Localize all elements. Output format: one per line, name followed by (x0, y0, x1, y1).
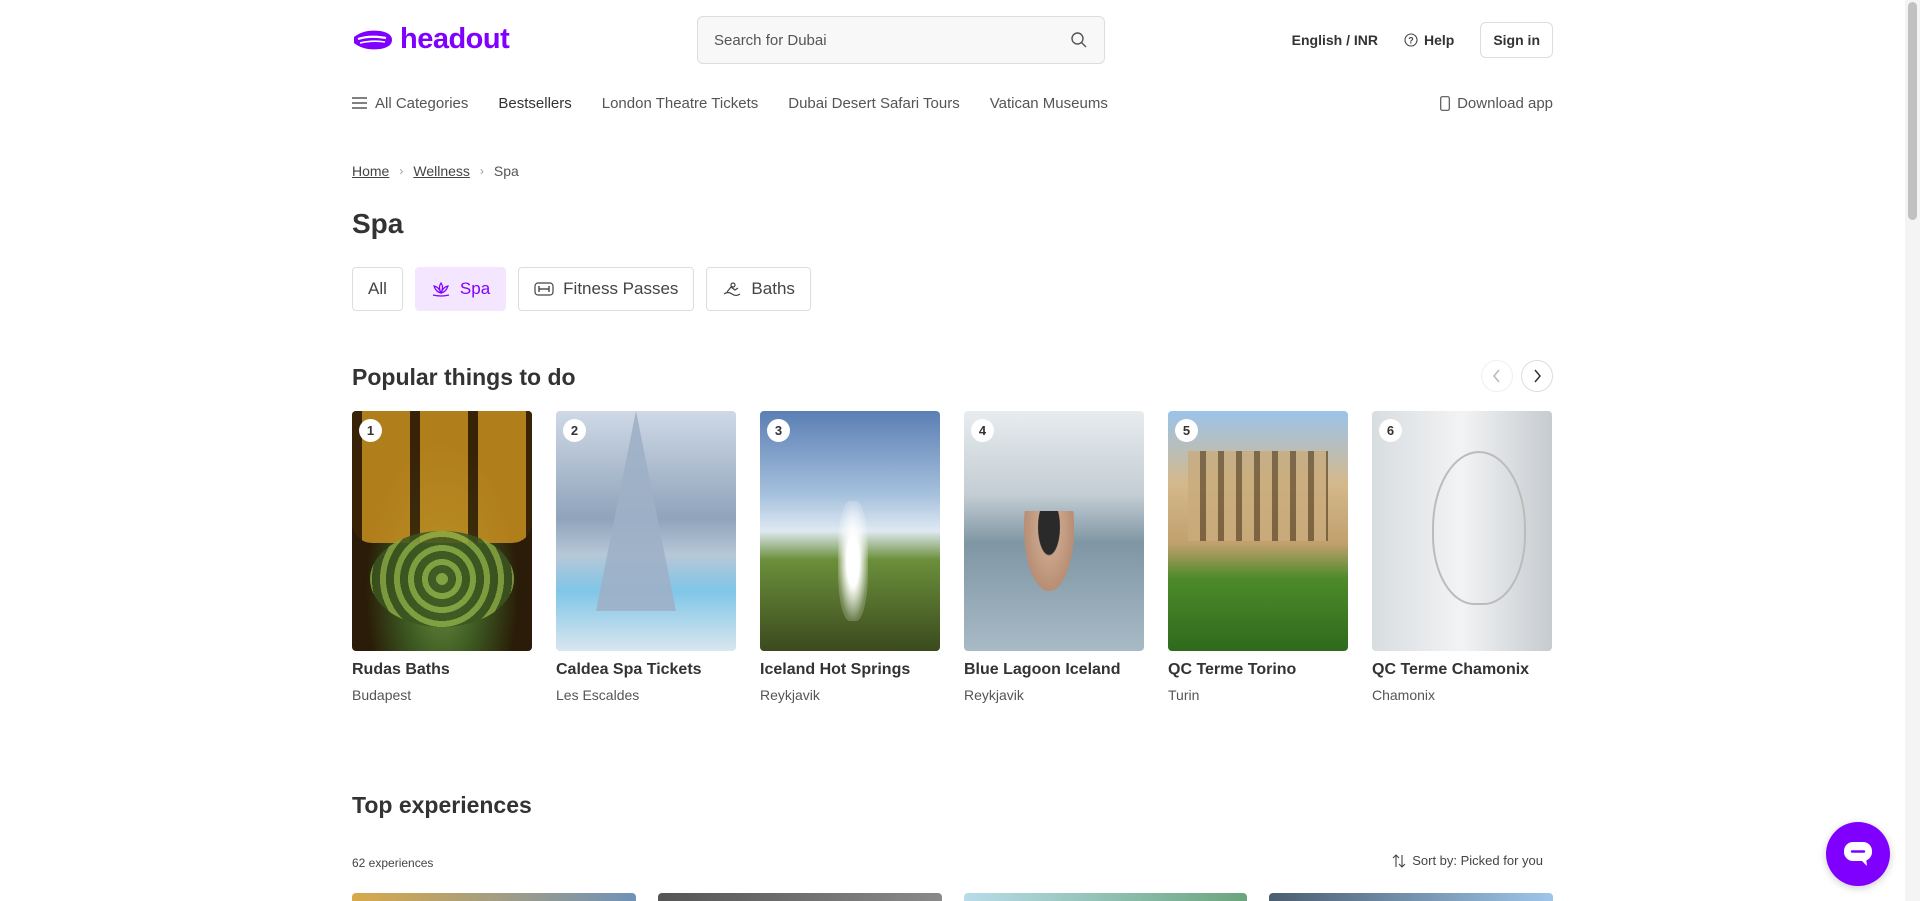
headout-logo-icon (354, 30, 392, 49)
category-nav: All Categories Bestsellers London Theatr… (352, 92, 1553, 114)
search-box[interactable] (697, 16, 1105, 64)
category-chips: All Spa Fitness Passes Baths (352, 267, 1553, 311)
experience-card-image[interactable] (352, 893, 636, 901)
chip-fitness-passes[interactable]: Fitness Passes (518, 267, 695, 311)
rank-badge: 1 (359, 419, 382, 442)
card-city: Budapest (352, 687, 412, 703)
breadcrumb-home[interactable]: Home (352, 163, 389, 179)
nav-item-london-theatre[interactable]: London Theatre Tickets (602, 95, 759, 112)
sort-label: Sort by: Picked for you (1412, 853, 1543, 868)
popular-card[interactable]: 2 Caldea Spa Tickets Les Escaldes (556, 411, 736, 703)
language-currency-selector[interactable]: English / INR (1292, 32, 1378, 48)
popular-card[interactable]: 3 Iceland Hot Springs Reykjavik (760, 411, 940, 703)
search-icon[interactable] (1070, 31, 1088, 49)
page-scrollbar[interactable] (1905, 0, 1920, 901)
card-city: Reykjavik (760, 687, 820, 703)
chip-spa[interactable]: Spa (414, 267, 507, 311)
experience-count: 62 experiences (352, 856, 434, 870)
experience-card-image[interactable] (963, 893, 1248, 901)
phone-icon (1440, 95, 1450, 111)
bath-icon (724, 282, 741, 297)
sort-dropdown[interactable]: Sort by: Picked for you (1392, 853, 1543, 868)
search-input[interactable] (714, 31, 1070, 49)
lotus-icon (432, 281, 450, 297)
card-city: Turin (1168, 687, 1200, 703)
rank-badge: 3 (767, 419, 790, 442)
header: headout English / INR ? Help Sign in (352, 15, 1553, 67)
help-link[interactable]: ? Help (1404, 32, 1454, 48)
chip-label: Spa (459, 279, 491, 298)
card-title[interactable]: Iceland Hot Springs (760, 661, 940, 679)
page-title: Spa (352, 208, 404, 239)
card-city: Reykjavik (964, 687, 1024, 703)
card-title[interactable]: QC Terme Torino (1168, 661, 1348, 679)
experience-cards-preview (352, 893, 1553, 901)
carousel-next-button[interactable] (1521, 360, 1553, 392)
header-actions: English / INR ? Help Sign in (1292, 22, 1553, 58)
card-title[interactable]: Blue Lagoon Iceland (964, 661, 1144, 679)
experience-card-image[interactable] (1269, 893, 1553, 901)
dumbbell-icon (534, 282, 554, 296)
all-categories-label: All Categories (375, 94, 469, 112)
card-city: Les Escaldes (556, 687, 640, 703)
nav-item-bestsellers[interactable]: Bestsellers (498, 95, 571, 112)
top-experiences-title: Top experiences (352, 792, 532, 818)
logo[interactable]: headout (352, 23, 510, 56)
download-app-link[interactable]: Download app (1440, 95, 1553, 112)
card-image[interactable]: 3 (760, 411, 940, 651)
chip-label: All (368, 279, 387, 298)
signin-button[interactable]: Sign in (1480, 22, 1553, 58)
card-image[interactable]: 5 (1168, 411, 1348, 651)
card-title[interactable]: Caldea Spa Tickets (556, 661, 736, 679)
chevron-right-icon: › (399, 164, 404, 178)
experience-card-image[interactable] (657, 893, 942, 901)
card-title[interactable]: QC Terme Chamonix (1372, 661, 1552, 679)
chip-label: Fitness Passes (563, 279, 679, 298)
card-image[interactable]: 1 (352, 411, 532, 651)
popular-card[interactable]: 6 QC Terme Chamonix Chamonix (1372, 411, 1552, 703)
sort-icon (1392, 853, 1406, 868)
popular-cards: 1 Rudas Baths Budapest 2 Caldea Spa Tick… (352, 411, 1553, 703)
popular-section-title: Popular things to do (352, 364, 576, 390)
card-image[interactable]: 2 (556, 411, 736, 651)
all-categories-menu[interactable]: All Categories (352, 95, 468, 112)
carousel-prev-button[interactable] (1481, 360, 1513, 392)
help-icon: ? (1404, 33, 1418, 47)
chip-baths[interactable]: Baths (706, 267, 811, 311)
breadcrumb-current: Spa (493, 163, 519, 179)
rank-badge: 2 (563, 419, 586, 442)
breadcrumb: Home › Wellness › Spa (352, 163, 1553, 179)
scrollbar-thumb[interactable] (1908, 2, 1917, 220)
help-label: Help (1423, 32, 1455, 48)
card-city: Chamonix (1372, 687, 1436, 703)
card-image[interactable]: 4 (964, 411, 1144, 651)
popular-card[interactable]: 1 Rudas Baths Budapest (352, 411, 532, 703)
breadcrumb-wellness[interactable]: Wellness (413, 163, 470, 179)
menu-icon (352, 97, 367, 109)
nav-item-dubai-safari[interactable]: Dubai Desert Safari Tours (788, 95, 959, 112)
popular-card[interactable]: 5 QC Terme Torino Turin (1168, 411, 1348, 703)
chat-icon (1844, 842, 1872, 866)
chevron-right-icon (1534, 369, 1541, 383)
rank-badge: 5 (1175, 419, 1198, 442)
svg-text:?: ? (1408, 36, 1414, 46)
card-image[interactable]: 6 (1372, 411, 1552, 651)
download-app-label: Download app (1457, 94, 1553, 112)
carousel-controls (1481, 360, 1553, 392)
rank-badge: 6 (1379, 419, 1402, 442)
chevron-right-icon: › (479, 164, 484, 178)
chat-button[interactable] (1826, 822, 1890, 886)
chevron-left-icon (1493, 369, 1500, 383)
logo-text: headout (400, 23, 510, 55)
popular-card[interactable]: 4 Blue Lagoon Iceland Reykjavik (964, 411, 1144, 703)
nav-item-vatican-museums[interactable]: Vatican Museums (990, 95, 1108, 112)
rank-badge: 4 (971, 419, 994, 442)
card-title[interactable]: Rudas Baths (352, 661, 532, 679)
chip-label: Baths (751, 279, 795, 298)
chip-all[interactable]: All (352, 267, 403, 311)
